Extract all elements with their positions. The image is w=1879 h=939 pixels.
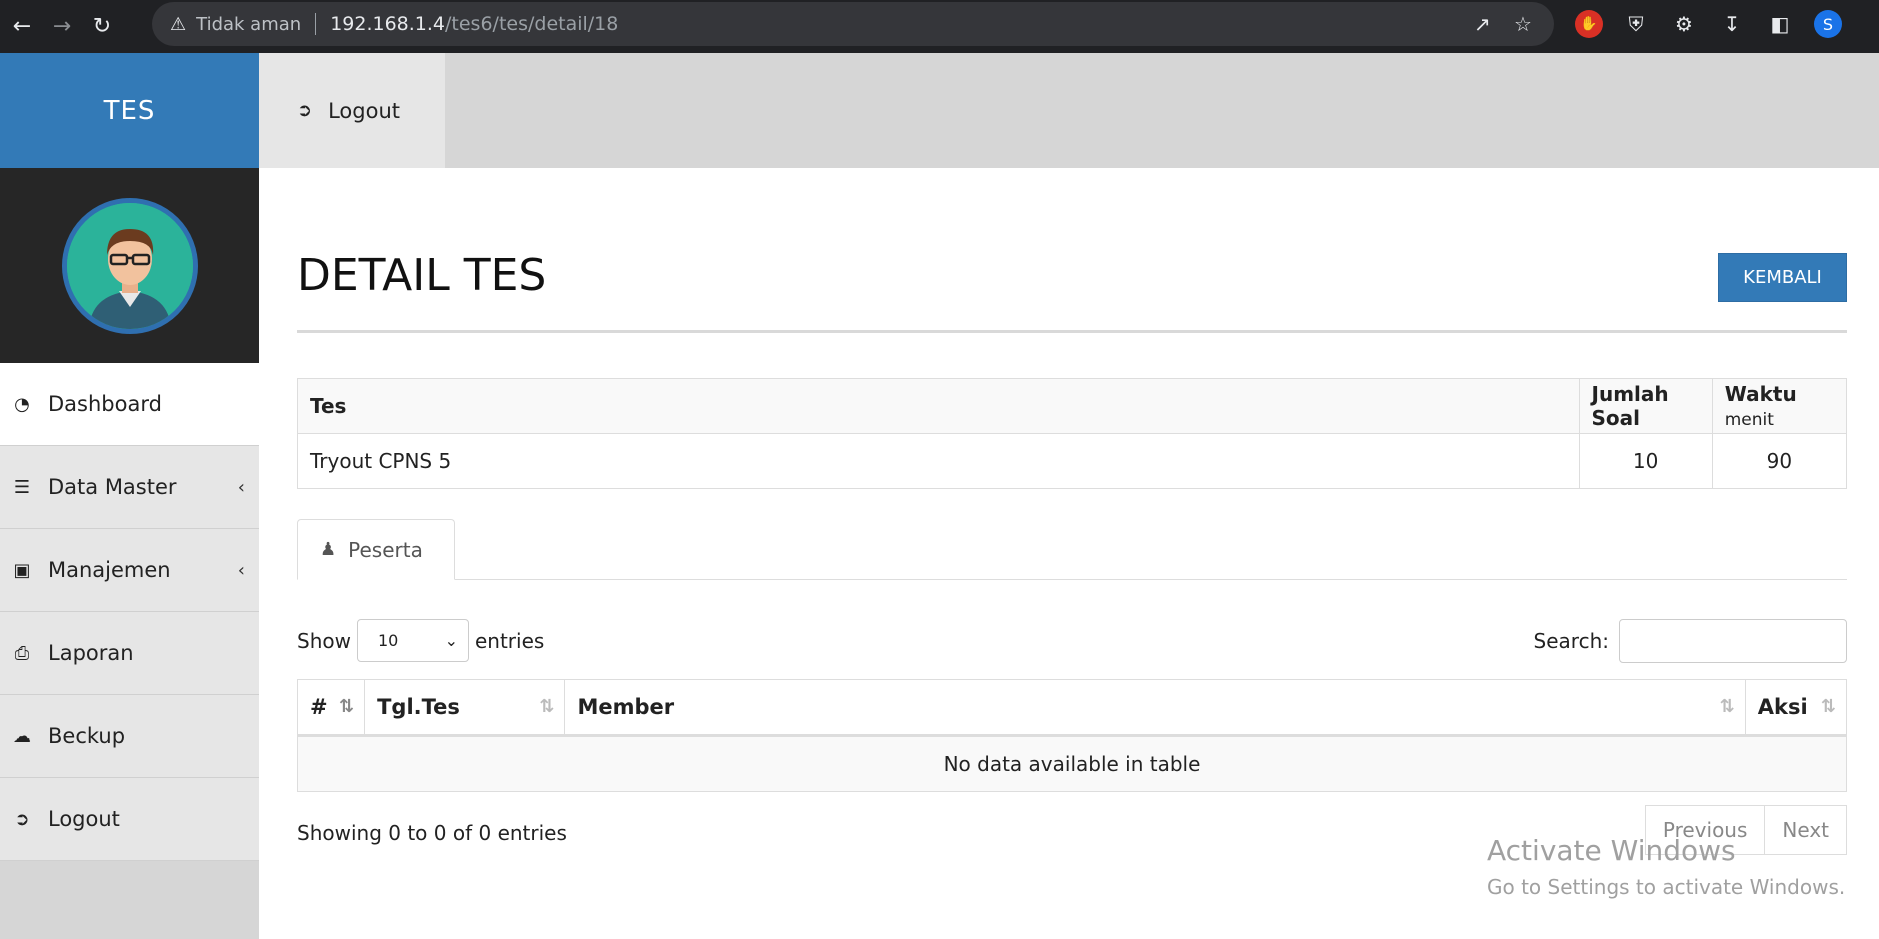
warning-icon: ⚠ <box>170 13 187 35</box>
chevron-left-icon: ‹ <box>237 559 245 581</box>
page-title: DETAIL TES <box>297 250 547 301</box>
profile-panel <box>0 168 259 363</box>
extensions-puzzle-icon[interactable]: ⚙ <box>1670 10 1698 38</box>
table-row: Tryout CPNS 5 10 90 <box>297 433 1848 489</box>
tab-label: Peserta <box>348 537 423 562</box>
sidebar-item-data-master[interactable]: ☰ Data Master ‹ <box>0 446 259 529</box>
sidebar-item-label: Logout <box>48 807 120 831</box>
sort-asc-icon: ⇅ <box>339 696 355 717</box>
header-waktu: Waktu menit <box>1711 378 1848 434</box>
cell-waktu: 90 <box>1711 433 1848 489</box>
cloud-download-icon: ☁ <box>13 725 31 747</box>
search-input[interactable] <box>1619 619 1847 663</box>
sidebar-item-label: Manajemen <box>48 558 171 582</box>
header-jumlah-soal: Jumlah Soal <box>1578 378 1713 434</box>
shield-extension-icon[interactable]: ⛨ <box>1622 10 1650 38</box>
sidebar-item-label: Data Master <box>48 475 177 499</box>
top-logout-button[interactable]: ➲ Logout <box>259 53 445 168</box>
sidebar-item-label: Beckup <box>48 724 126 748</box>
cell-jumlah-soal: 10 <box>1578 433 1713 489</box>
sidebar-item-dashboard[interactable]: ◔ Dashboard <box>0 363 259 446</box>
cell-tes: Tryout CPNS 5 <box>297 433 1580 489</box>
sidebar-item-beckup[interactable]: ☁ Beckup <box>0 695 259 778</box>
browser-toolbar: ← → ↻ ⚠ Tidak aman 192.168.1.4/tes6/tes/… <box>0 0 1879 53</box>
watermark-title: Activate Windows <box>1487 834 1736 867</box>
table-info-text: Showing 0 to 0 of 0 entries <box>297 821 567 845</box>
search-label: Search: <box>1533 629 1609 653</box>
forward-icon[interactable]: → <box>44 9 80 45</box>
windows-activation-watermark: Activate Windows Go to Settings to activ… <box>1487 834 1845 899</box>
table-header-row: Tes Jumlah Soal Waktu menit <box>297 378 1848 434</box>
test-info-table: Tes Jumlah Soal Waktu menit Tryout CPNS … <box>297 378 1848 489</box>
sidebar: TES ◔ Dashboard ☰ Data Master ‹ ▣ Manaje… <box>0 53 259 939</box>
sort-icon: ⇅ <box>539 696 555 717</box>
side-panel-icon[interactable]: ◧ <box>1766 10 1794 38</box>
column-header-label: Member <box>577 695 675 719</box>
sort-icon: ⇅ <box>1820 696 1836 717</box>
url-host: 192.168.1.4 <box>330 13 446 35</box>
security-label: Tidak aman <box>196 13 302 35</box>
column-header-label: # <box>310 695 328 719</box>
briefcase-icon: ▣ <box>13 559 31 581</box>
brand-title[interactable]: TES <box>0 53 259 168</box>
sidebar-item-logout[interactable]: ➲ Logout <box>0 778 259 861</box>
reload-icon[interactable]: ↻ <box>84 9 120 45</box>
top-logout-label: Logout <box>328 98 400 123</box>
sidebar-item-manajemen[interactable]: ▣ Manajemen ‹ <box>0 529 259 612</box>
column-header-label: Aksi <box>1757 695 1808 719</box>
share-icon[interactable]: ↗ <box>1474 12 1491 36</box>
table-header-row: # ⇅ Tgl.Tes ⇅ Member ⇅ Aksi ⇅ <box>296 679 1848 737</box>
show-label: Show <box>297 628 351 653</box>
download-icon[interactable]: ↧ <box>1718 10 1746 38</box>
profile-avatar[interactable]: S <box>1814 10 1842 38</box>
sign-out-icon: ➲ <box>297 100 313 121</box>
participants-table: # ⇅ Tgl.Tes ⇅ Member ⇅ Aksi ⇅ No data av… <box>296 679 1848 792</box>
bars-icon: ☰ <box>13 476 31 498</box>
top-navbar: ➲ Logout <box>259 53 1879 168</box>
sidebar-item-label: Dashboard <box>48 392 162 416</box>
entries-label: entries <box>474 628 545 653</box>
users-icon: ♟ <box>320 539 337 560</box>
tab-peserta[interactable]: ♟ Peserta <box>297 519 455 580</box>
sidebar-item-label: Laporan <box>48 641 134 665</box>
column-header-aksi[interactable]: Aksi ⇅ <box>1744 679 1848 737</box>
header-waktu-unit: menit <box>1724 410 1774 430</box>
search-control: Search: <box>1534 619 1847 663</box>
sidebar-item-laporan[interactable]: ⎙ Laporan <box>0 612 259 695</box>
back-icon[interactable]: ← <box>4 9 40 45</box>
address-bar[interactable]: ⚠ Tidak aman 192.168.1.4/tes6/tes/detail… <box>152 2 1554 46</box>
sort-icon: ⇅ <box>1719 696 1735 717</box>
sign-out-icon: ➲ <box>14 808 30 830</box>
adblock-extension-icon[interactable]: ✋ <box>1575 10 1603 38</box>
back-button[interactable]: KEMBALI <box>1718 253 1847 302</box>
tab-bar: ♟ Peserta <box>297 519 1847 580</box>
url-path: /tes6/tes/detail/18 <box>445 13 619 35</box>
entries-length-control: Show 10 ⌄ entries <box>297 619 544 662</box>
watermark-subtitle: Go to Settings to activate Windows. <box>1487 875 1846 899</box>
column-header-tgl-tes[interactable]: Tgl.Tes ⇅ <box>364 679 566 737</box>
title-divider <box>297 330 1847 333</box>
print-icon: ⎙ <box>14 642 30 664</box>
entries-select[interactable]: 10 ⌄ <box>356 619 469 662</box>
column-header-number[interactable]: # ⇅ <box>296 679 366 737</box>
empty-table-message: No data available in table <box>297 735 1847 792</box>
entries-select-value: 10 <box>377 631 399 650</box>
omnibox-divider <box>315 13 317 35</box>
user-avatar <box>61 197 198 334</box>
header-waktu-label: Waktu <box>1724 382 1797 406</box>
chevron-left-icon: ‹ <box>237 476 245 498</box>
dashboard-icon: ◔ <box>14 393 30 415</box>
chevron-down-icon: ⌄ <box>444 631 458 650</box>
table-row: No data available in table <box>297 735 1847 792</box>
header-tes: Tes <box>297 378 1580 434</box>
column-header-label: Tgl.Tes <box>377 695 460 719</box>
bookmark-star-icon[interactable]: ☆ <box>1514 12 1532 36</box>
column-header-member[interactable]: Member ⇅ <box>564 679 1746 737</box>
